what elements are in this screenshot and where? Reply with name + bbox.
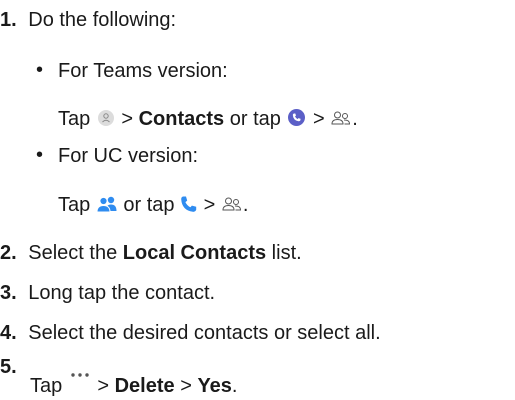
step-number: 3. — [0, 282, 17, 304]
uc-instruction: Tap or tap > . — [58, 194, 249, 216]
uc-version-label: For UC version: — [58, 145, 199, 167]
contacts-label: Contacts — [138, 108, 225, 130]
step-text: Do the following: — [28, 9, 177, 31]
step-5-number-line: 5. — [0, 355, 17, 379]
phone-circle-icon — [288, 109, 306, 127]
step-4: 4. Select the desired contacts or select… — [0, 321, 381, 345]
contacts-icon — [221, 196, 243, 212]
step-number: 4. — [0, 322, 17, 344]
bullet: • — [36, 144, 44, 166]
step-2: 2. Select the Local Contacts list. — [0, 241, 302, 265]
teams-version-label: For Teams version: — [58, 60, 228, 82]
contacts-icon — [330, 110, 352, 126]
phone-icon — [180, 195, 198, 213]
local-contacts-label: Local Contacts — [122, 242, 267, 264]
step-5: Tap > Delete > Yes. — [30, 373, 237, 398]
step-text: Select the Local Contacts list. — [28, 242, 302, 264]
more-icon — [68, 370, 92, 380]
delete-label: Delete — [114, 375, 175, 397]
teams-instruction: Tap > Contacts or tap > . — [58, 108, 358, 130]
step-1: 1. Do the following: — [0, 8, 176, 32]
step-number: 2. — [0, 242, 17, 264]
step-3: 3. Long tap the contact. — [0, 281, 215, 305]
yes-label: Yes — [197, 375, 232, 397]
person-circle-icon — [97, 109, 114, 126]
bullet: • — [36, 59, 44, 81]
step-text: Long tap the contact. — [28, 282, 216, 304]
step-number: 1. — [0, 9, 17, 31]
step-text: Select the desired contacts or select al… — [28, 322, 381, 344]
step-number: 5. — [0, 356, 17, 378]
people-icon — [96, 195, 118, 213]
